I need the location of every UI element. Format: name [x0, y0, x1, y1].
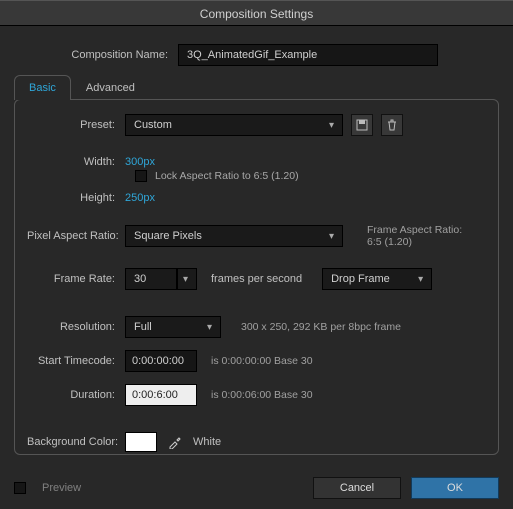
background-color-label: Background Color:	[27, 436, 125, 448]
width-value[interactable]: 300	[125, 156, 143, 168]
start-timecode-info: is 0:00:00:00 Base 30	[211, 355, 313, 367]
height-unit: px	[143, 192, 155, 204]
frame-rate-label: Frame Rate:	[27, 273, 125, 285]
background-color-name: White	[193, 436, 221, 448]
start-timecode-label: Start Timecode:	[27, 355, 125, 367]
frame-aspect-info: Frame Aspect Ratio: 6:5 (1.20)	[367, 224, 462, 248]
preset-label: Preset:	[27, 119, 125, 131]
resolution-label: Resolution:	[27, 321, 125, 333]
tab-advanced[interactable]: Advanced	[71, 75, 150, 100]
preset-select[interactable]: Custom	[125, 114, 343, 136]
height-value[interactable]: 250	[125, 192, 143, 204]
frame-rate-suffix: frames per second	[211, 273, 302, 285]
tab-basic[interactable]: Basic	[14, 75, 71, 100]
composition-name-input[interactable]	[178, 44, 438, 66]
width-label: Width:	[27, 156, 125, 168]
start-timecode-input[interactable]	[125, 350, 197, 372]
eyedropper-icon	[168, 435, 182, 449]
frame-rate-dropdown[interactable]	[177, 268, 197, 290]
duration-info: is 0:00:06:00 Base 30	[211, 389, 313, 401]
pixel-aspect-label: Pixel Aspect Ratio:	[27, 230, 125, 242]
ok-button[interactable]: OK	[411, 477, 499, 499]
drop-frame-select[interactable]: Drop Frame	[322, 268, 432, 290]
resolution-select[interactable]: Full	[125, 316, 221, 338]
preview-checkbox[interactable]	[14, 482, 26, 494]
dialog-title: Composition Settings	[0, 0, 513, 26]
duration-label: Duration:	[27, 389, 125, 401]
width-unit: px	[143, 156, 155, 168]
background-color-swatch[interactable]	[125, 432, 157, 452]
frame-rate-input[interactable]: 30	[125, 268, 177, 290]
duration-input[interactable]	[125, 384, 197, 406]
height-label: Height:	[27, 192, 125, 204]
resolution-info: 300 x 250, 292 KB per 8bpc frame	[241, 321, 401, 333]
lock-aspect-checkbox[interactable]	[135, 170, 147, 182]
trash-icon	[386, 119, 398, 131]
preview-label: Preview	[42, 482, 81, 494]
lock-aspect-label: Lock Aspect Ratio to 6:5 (1.20)	[155, 170, 299, 182]
cancel-button[interactable]: Cancel	[313, 477, 401, 499]
eyedropper-button[interactable]	[165, 432, 185, 452]
basic-panel: Preset: Custom Width: 300 px Lock Aspect…	[14, 99, 499, 455]
delete-preset-button[interactable]	[381, 114, 403, 136]
composition-name-label: Composition Name:	[20, 49, 178, 61]
save-preset-button[interactable]	[351, 114, 373, 136]
save-preset-icon	[356, 119, 368, 131]
pixel-aspect-select[interactable]: Square Pixels	[125, 225, 343, 247]
